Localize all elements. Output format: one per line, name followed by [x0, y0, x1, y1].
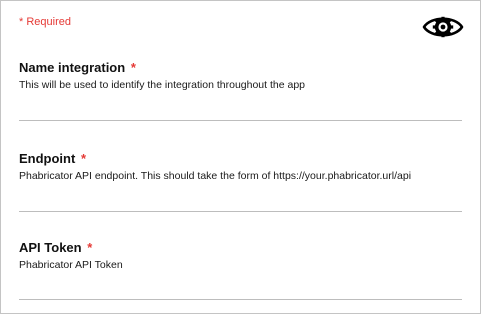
- endpoint-label: Endpoint *: [19, 151, 462, 167]
- api-token-field: API Token * Phabricator API Token: [19, 240, 462, 272]
- endpoint-field: Endpoint * Phabricator API endpoint. Thi…: [19, 151, 462, 183]
- toggle-visibility-button[interactable]: [421, 10, 465, 44]
- endpoint-label-text: Endpoint: [19, 151, 76, 166]
- api-token-label-text: API Token: [19, 240, 82, 255]
- name-integration-help: This will be used to identify the integr…: [19, 79, 306, 91]
- api-token-label: API Token *: [19, 240, 462, 256]
- required-star: *: [87, 240, 93, 255]
- name-integration-input[interactable]: [19, 96, 462, 121]
- name-integration-label-text: Name integration: [19, 60, 126, 75]
- name-integration-label: Name integration *: [19, 60, 462, 76]
- name-integration-field: Name integration * This will be used to …: [19, 60, 462, 92]
- endpoint-help: Phabricator API endpoint. This should ta…: [19, 170, 412, 182]
- api-token-help: Phabricator API Token: [19, 259, 123, 271]
- endpoint-input[interactable]: [19, 187, 462, 212]
- integration-form-card: * Required Name integration * This will …: [0, 0, 481, 314]
- required-star: *: [80, 151, 87, 166]
- required-star: *: [130, 60, 136, 75]
- eye-icon: [422, 16, 464, 38]
- api-token-input[interactable]: [19, 275, 462, 300]
- required-note: * Required: [19, 16, 71, 28]
